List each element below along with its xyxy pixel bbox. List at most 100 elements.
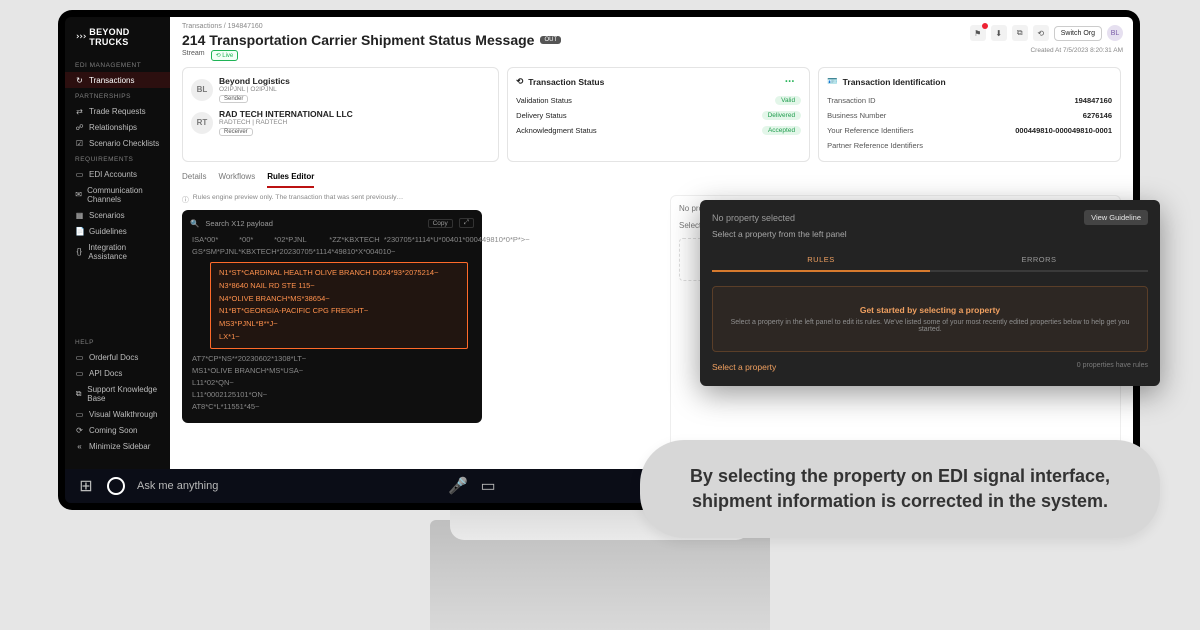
select-property-link[interactable]: Select a property xyxy=(712,362,776,372)
sidebar-item-transactions[interactable]: ↻ Transactions xyxy=(65,72,170,88)
status-dots: ••• xyxy=(779,77,801,86)
code-line[interactable]: MS1*OLIVE BRANCH*MS*USA~ xyxy=(182,365,482,377)
sidebar-item-support-kb[interactable]: ⧉Support Knowledge Base xyxy=(65,381,170,406)
sidebar-item-scenario-checklists[interactable]: ☑Scenario Checklists xyxy=(65,135,170,151)
sidebar-item-trade-requests[interactable]: ⇄ Trade Requests xyxy=(65,103,170,119)
page-title: 214 Transportation Carrier Shipment Stat… xyxy=(182,32,534,48)
code-line[interactable]: AT8*C*L*11551*45~ xyxy=(182,401,482,413)
tab-details[interactable]: Details xyxy=(182,172,206,188)
sidebar-item-orderful-docs[interactable]: ▭Orderful Docs xyxy=(65,349,170,365)
sidebar-section-help: HELP xyxy=(65,334,170,349)
sidebar-item-label: API Docs xyxy=(89,369,122,378)
sidebar-item-walkthrough[interactable]: ▭Visual Walkthrough xyxy=(65,406,170,422)
expand-icon[interactable]: ⤢ xyxy=(459,218,474,228)
sidebar-item-comm-channels[interactable]: ✉ Communication Channels xyxy=(65,182,170,207)
sidebar-item-label: Communication Channels xyxy=(87,186,160,204)
code-hl-line: N1*BT*GEORGIA-PACIFIC CPG FREIGHT~ xyxy=(219,305,459,318)
code-line[interactable]: L11*02*QN~ xyxy=(182,377,482,389)
status-icon: ⟲ xyxy=(516,76,523,87)
code-line[interactable]: L11*0002125101*ON~ xyxy=(182,389,482,401)
sidebar-item-guidelines[interactable]: 📄Guidelines xyxy=(65,223,170,239)
sender-chip: Sender xyxy=(219,95,248,103)
card-title: Transaction Status xyxy=(528,77,604,87)
sidebar-section-partnerships: PARTNERSHIPS xyxy=(65,88,170,103)
sender-party[interactable]: BL Beyond Logistics O2IPJNL | O2IPJNL Se… xyxy=(191,76,490,103)
mail-icon: ✉ xyxy=(75,190,82,199)
braces-icon: {} xyxy=(75,247,83,256)
receiver-party[interactable]: RT RAD TECH INTERNATIONAL LLC RADTECH | … xyxy=(191,109,490,136)
sidebar-item-label: Scenarios xyxy=(89,211,125,220)
code-line[interactable]: ISA*00* *00* *02*PJNL *ZZ*KBXTECH *23070… xyxy=(182,234,482,246)
status-row-ack: Acknowledgment StatusAccepted xyxy=(516,123,801,138)
collapse-icon: « xyxy=(75,442,84,451)
download-icon[interactable]: ⬇ xyxy=(991,25,1007,41)
sidebar-item-edi-accounts[interactable]: ▭EDI Accounts xyxy=(65,166,170,182)
mic-icon[interactable]: 🎤 xyxy=(449,477,467,495)
popover-sub: Select a property from the left panel xyxy=(712,229,1148,239)
direction-badge: OUT xyxy=(540,36,561,44)
code-hl-line: N1*ST*CARDINAL HEALTH OLIVE BRANCH D024*… xyxy=(219,267,459,280)
kv-value: 6276146 xyxy=(1083,111,1112,120)
transaction-status-card: ⟲Transaction Status••• Validation Status… xyxy=(507,67,810,162)
rules-note-text: Rules engine preview only. The transacti… xyxy=(193,194,404,204)
sidebar-item-label: EDI Accounts xyxy=(89,170,137,179)
kv-key: Your Reference Identifiers xyxy=(827,126,913,135)
start-icon[interactable]: ⊞ xyxy=(77,477,95,495)
sidebar-item-minimize[interactable]: « Minimize Sidebar xyxy=(65,438,170,454)
cortana-icon[interactable] xyxy=(107,477,125,495)
header-actions: ⚑ ⬇ ⧉ ⟲ Switch Org BL xyxy=(970,25,1123,41)
kv-key: Partner Reference Identifiers xyxy=(827,141,923,150)
doc-icon: ▭ xyxy=(75,369,84,378)
popover-hint-box: Get started by selecting a property Sele… xyxy=(712,286,1148,352)
search-input[interactable]: Search X12 payload xyxy=(205,219,421,228)
transaction-ident-card: 🪪Transaction Identification Transaction … xyxy=(818,67,1121,162)
sender-name: Beyond Logistics xyxy=(219,76,290,86)
id-icon: 🪪 xyxy=(827,76,838,87)
detail-tabs: Details Workflows Rules Editor xyxy=(170,162,1133,188)
sidebar-item-label: Minimize Sidebar xyxy=(89,442,150,451)
code-hl-line: MS3*PJNL*B**J~ xyxy=(219,318,459,331)
clock-icon: ⟳ xyxy=(75,426,84,435)
sidebar-item-label: Coming Soon xyxy=(89,426,137,435)
copy-icon[interactable]: ⧉ xyxy=(1012,25,1028,41)
receiver-chip: Receiver xyxy=(219,128,253,136)
sidebar-section-requirements: REQUIREMENTS xyxy=(65,151,170,166)
status-row-delivery: Delivery StatusDelivered xyxy=(516,108,801,123)
popover-tab-rules[interactable]: RULES xyxy=(712,249,930,272)
link-icon: ☍ xyxy=(75,123,84,132)
brand: ››› BEYOND TRUCKS xyxy=(65,23,170,57)
popover-title: No property selected xyxy=(712,213,795,223)
taskview-icon[interactable]: ▭ xyxy=(479,477,497,495)
arrows-icon: ↻ xyxy=(75,76,84,85)
sidebar-item-scenarios[interactable]: ▦Scenarios xyxy=(65,207,170,223)
refresh-icon[interactable]: ⟲ xyxy=(1033,25,1049,41)
code-line[interactable]: GS*SM*PJNL*KBXTECH*20230705*1114*49810*X… xyxy=(182,246,482,258)
popover-tab-errors[interactable]: ERRORS xyxy=(930,249,1148,272)
view-guideline-button[interactable]: View Guideline xyxy=(1084,210,1148,225)
sidebar-item-label: Relationships xyxy=(89,123,137,132)
sidebar-item-label: Visual Walkthrough xyxy=(89,410,157,419)
sidebar-item-label: Trade Requests xyxy=(89,107,146,116)
created-at: Created At 7/5/2023 8:20:31 AM xyxy=(1030,47,1123,54)
copy-button[interactable]: Copy xyxy=(428,219,453,228)
code-line[interactable]: AT7*CP*NS**20230602*1308*LT~ xyxy=(182,353,482,365)
doc-icon: ▭ xyxy=(75,353,84,362)
tab-workflows[interactable]: Workflows xyxy=(218,172,255,188)
receiver-name: RAD TECH INTERNATIONAL LLC xyxy=(219,109,353,119)
code-hl-line: N3*8640 NAIL RD STE 115~ xyxy=(219,280,459,293)
alerts-icon[interactable]: ⚑ xyxy=(970,25,986,41)
brand-name: BEYOND TRUCKS xyxy=(89,27,160,47)
kv-key: Transaction ID xyxy=(827,96,876,105)
property-count: 0 properties have rules xyxy=(1077,362,1148,369)
live-badge: ⟲ Live xyxy=(211,50,239,61)
taskbar-search[interactable]: Ask me anything xyxy=(137,480,437,492)
switch-org-button[interactable]: Switch Org xyxy=(1054,26,1102,41)
sidebar-item-relationships[interactable]: ☍ Relationships xyxy=(65,119,170,135)
sidebar-item-coming-soon[interactable]: ⟳ Coming Soon xyxy=(65,422,170,438)
highlighted-segment[interactable]: N1*ST*CARDINAL HEALTH OLIVE BRANCH D024*… xyxy=(210,262,468,349)
swap-icon: ⇄ xyxy=(75,107,84,116)
sidebar-item-integration-assist[interactable]: {}Integration Assistance xyxy=(65,239,170,264)
tab-rules-editor[interactable]: Rules Editor xyxy=(267,172,314,188)
avatar[interactable]: BL xyxy=(1107,25,1123,41)
sidebar-item-api-docs[interactable]: ▭ API Docs xyxy=(65,365,170,381)
